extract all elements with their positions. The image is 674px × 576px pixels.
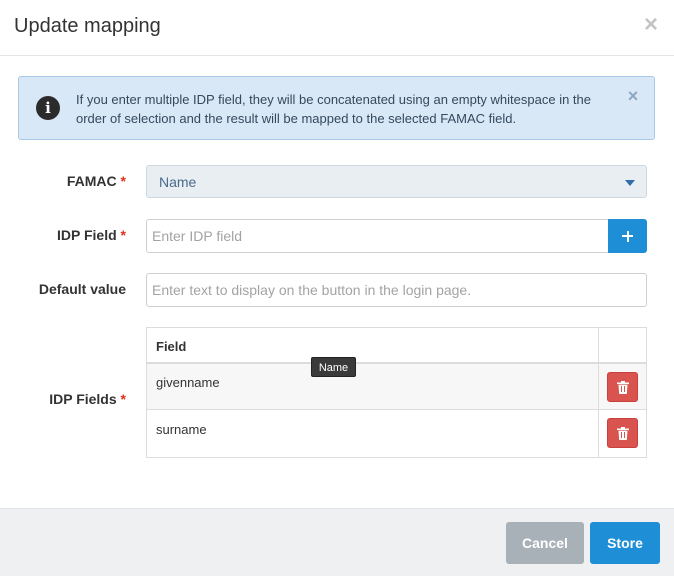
store-button[interactable]: Store <box>590 522 660 564</box>
add-idp-field-button[interactable] <box>608 219 647 253</box>
idp-fields-label: IDP Fields * <box>0 391 126 407</box>
chevron-down-icon <box>625 180 635 186</box>
dialog-header: Update mapping × <box>0 0 674 56</box>
trash-icon <box>617 427 629 440</box>
column-header-field: Field <box>156 339 187 354</box>
table-row: surname <box>147 411 646 457</box>
tooltip: Name <box>311 357 356 377</box>
field-cell: surname <box>156 422 207 437</box>
idp-fields-label-text: IDP Fields <box>49 391 117 407</box>
required-marker: * <box>120 227 126 243</box>
info-alert: i If you enter multiple IDP field, they … <box>18 76 655 140</box>
dialog-title: Update mapping <box>14 15 161 37</box>
default-value-input[interactable] <box>146 273 647 307</box>
delete-row-button[interactable] <box>607 372 638 402</box>
required-marker: * <box>120 391 126 407</box>
field-cell: givenname <box>156 375 220 390</box>
idp-field-label-text: IDP Field <box>57 227 117 243</box>
table-row: givenname <box>147 364 646 410</box>
alert-message: If you enter multiple IDP field, they wi… <box>76 92 591 126</box>
default-value-label-text: Default value <box>38 281 126 297</box>
close-icon[interactable]: × <box>642 13 660 37</box>
trash-icon <box>617 381 629 394</box>
famac-label-text: FAMAC <box>66 173 117 189</box>
idp-field-label: IDP Field * <box>0 227 126 243</box>
column-divider <box>598 328 599 457</box>
idp-field-input[interactable] <box>146 219 609 253</box>
required-marker: * <box>120 173 126 189</box>
famac-select[interactable]: Name <box>146 165 647 198</box>
dialog-footer: Cancel Store <box>0 508 674 576</box>
delete-row-button[interactable] <box>607 418 638 448</box>
cancel-button[interactable]: Cancel <box>506 522 584 564</box>
famac-selected-value: Name <box>159 174 197 190</box>
default-value-label: Default value <box>0 281 126 297</box>
table-header: Field <box>147 328 646 364</box>
idp-fields-table: Field givenname surname <box>146 327 647 458</box>
info-icon: i <box>36 96 60 120</box>
update-mapping-dialog: Update mapping × i If you enter multiple… <box>0 0 674 576</box>
famac-label: FAMAC * <box>0 173 126 189</box>
alert-close-icon[interactable]: × <box>626 87 640 105</box>
